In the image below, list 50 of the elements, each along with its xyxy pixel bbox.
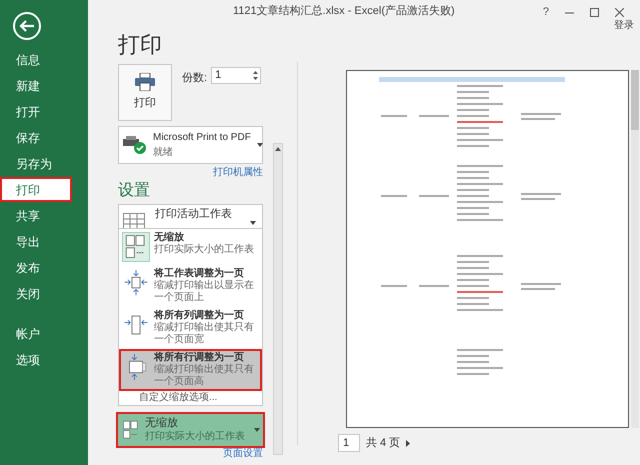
sidebar-item[interactable]: 信息 [0,47,72,72]
settings-heading: 设置 [118,181,151,201]
sidebar-item[interactable]: 另存为 [0,151,72,176]
printer-ready-icon [123,135,147,155]
printer-status: 就绪 [153,146,174,160]
preview-scrollbar[interactable] [631,70,639,428]
sidebar-item[interactable]: 选项 [0,347,72,372]
page-setup-link[interactable]: 页面设置 [223,448,263,460]
close-icon[interactable] [615,8,624,16]
help-button[interactable]: ? [542,4,549,20]
scaling-icon [122,268,150,298]
spinner-icon[interactable] [253,70,258,81]
page-count: 共 4 页 [366,436,400,451]
sidebar-item[interactable]: 打印 [0,177,72,202]
page-number-field[interactable]: 1 [338,434,360,452]
scaling-dropdown[interactable]: 无缩放 打印实际大小的工作表 [118,414,263,446]
sidebar-item[interactable]: 导出 [0,229,72,254]
dropdown-caret-icon [254,428,260,432]
copies-field[interactable]: 1 [211,67,262,84]
sidebar-item[interactable]: 保存 [0,125,72,150]
sidebar-item[interactable]: 新建 [0,73,72,98]
print-scope-title: 打印活动工作表 [155,207,233,222]
next-page-icon[interactable] [406,440,410,446]
sidebar-item[interactable]: 帐户 [0,321,72,346]
sign-in-link[interactable]: 登录 [614,20,634,32]
scaling-menu-item[interactable]: 将所有列调整为一页 缩减打印输出使其只有一个页面宽 [119,307,262,349]
sidebar-item[interactable]: 发布 [0,255,72,280]
window-title: 1121文章结构汇总.xlsx - Excel(产品激活失败) [233,4,455,19]
print-button[interactable]: 打印 [118,64,172,121]
back-icon[interactable] [12,11,42,41]
scaling-menu-item[interactable]: 将工作表调整为一页 缩减打印输出以显示在一个页面上 [119,265,262,307]
printer-dropdown[interactable]: Microsoft Print to PDF 就绪 [118,126,263,164]
sidebar-item[interactable]: 打开 [0,99,72,124]
custom-scaling-link[interactable]: 自定义缩放选项... [119,391,262,405]
scaling-menu-item[interactable]: 将所有行调整为一页 缩减打印输出使其只有一个页面高 [119,349,262,391]
printer-icon [135,73,155,92]
scaling-description: 打印实际大小的工作表 [145,430,246,443]
printer-name: Microsoft Print to PDF [153,131,251,145]
sidebar-item[interactable]: 关闭 [0,281,72,306]
printer-properties-link[interactable]: 打印机属性 [213,167,263,179]
page-heading: 打印 [118,32,163,58]
copies-label: 份数: [182,71,208,86]
scaling-icon [122,232,150,262]
scaling-title: 无缩放 [145,417,179,430]
sidebar-item[interactable]: 共享 [0,203,72,228]
scroll-up-icon[interactable] [275,147,281,151]
maximize-icon[interactable] [590,8,599,16]
dropdown-caret-icon [256,143,263,147]
dropdown-caret-icon [250,221,256,225]
settings-scrollbar[interactable] [273,143,283,455]
